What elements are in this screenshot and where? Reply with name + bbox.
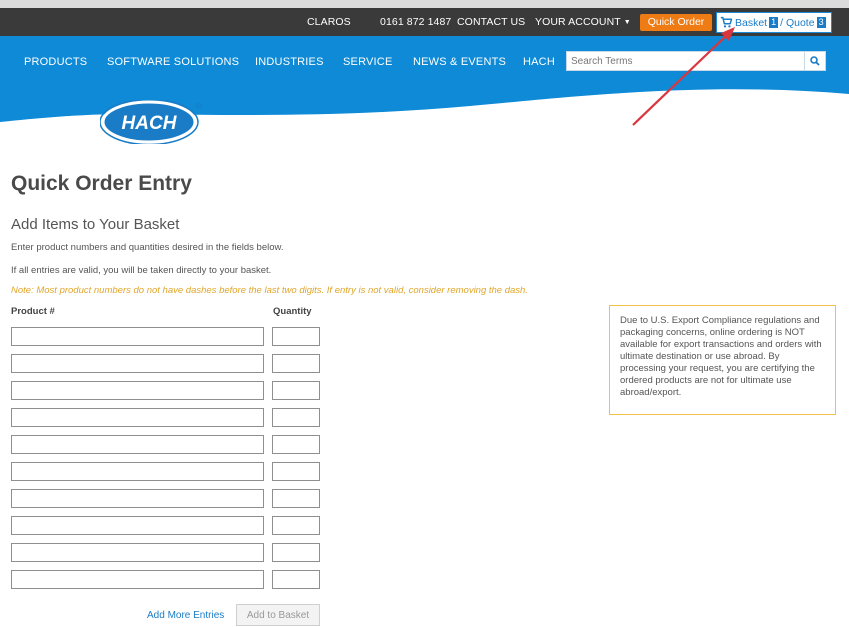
your-account-label: YOUR ACCOUNT	[535, 16, 621, 28]
quantity-input[interactable]	[272, 543, 320, 562]
product-number-input[interactable]	[11, 570, 264, 589]
nav-software-solutions[interactable]: SOFTWARE SOLUTIONS	[107, 56, 239, 68]
info-text-entry: Enter product numbers and quantities des…	[11, 242, 284, 253]
product-number-input[interactable]	[11, 408, 264, 427]
product-number-input[interactable]	[11, 354, 264, 373]
quantity-header: Quantity	[273, 306, 312, 317]
quantity-input[interactable]	[272, 462, 320, 481]
quote-label: / Quote	[780, 16, 815, 29]
registered-mark-icon: R	[198, 104, 201, 109]
dash-note: Note: Most product numbers do not have d…	[11, 285, 528, 296]
quantity-input[interactable]	[272, 408, 320, 427]
phone-number: 0161 872 1487	[380, 16, 452, 28]
cart-icon	[720, 16, 733, 28]
quantity-input[interactable]	[272, 381, 320, 400]
search-button[interactable]	[804, 52, 825, 70]
product-number-input[interactable]	[11, 327, 264, 346]
page-title: Quick Order Entry	[11, 172, 192, 195]
basket-count-badge: 1	[769, 17, 779, 28]
info-text-validation: If all entries are valid, you will be ta…	[11, 265, 272, 276]
utility-bar: CLAROS 0161 872 1487 CONTACT US YOUR ACC…	[0, 8, 849, 37]
export-compliance-notice: Due to U.S. Export Compliance regulation…	[609, 305, 836, 415]
hach-logo[interactable]: HACH R	[100, 100, 204, 144]
product-number-input[interactable]	[11, 516, 264, 535]
search-icon	[810, 56, 820, 66]
quantity-input[interactable]	[272, 435, 320, 454]
contact-us-link[interactable]: CONTACT US	[457, 16, 525, 28]
quantity-input[interactable]	[272, 516, 320, 535]
your-account-menu[interactable]: YOUR ACCOUNT ▼	[535, 16, 631, 28]
quantity-input[interactable]	[272, 489, 320, 508]
search-input[interactable]	[567, 52, 803, 70]
quote-count-badge: 3	[816, 17, 826, 28]
nav-news-events[interactable]: NEWS & EVENTS	[413, 56, 506, 68]
nav-hach[interactable]: HACH	[523, 56, 555, 68]
nav-products[interactable]: PRODUCTS	[24, 56, 87, 68]
section-title: Add Items to Your Basket	[11, 216, 180, 233]
nav-industries[interactable]: INDUSTRIES	[255, 56, 324, 68]
search-box	[566, 51, 826, 71]
quantity-input[interactable]	[272, 354, 320, 373]
product-number-input[interactable]	[11, 489, 264, 508]
claros-link[interactable]: CLAROS	[307, 16, 351, 28]
quantity-input[interactable]	[272, 570, 320, 589]
add-more-entries-link[interactable]: Add More Entries	[147, 610, 224, 621]
basket-quote-button[interactable]: Basket 1 / Quote 3	[716, 12, 832, 33]
product-number-input[interactable]	[11, 435, 264, 454]
product-number-input[interactable]	[11, 543, 264, 562]
caret-down-icon: ▼	[623, 19, 631, 26]
nav-service[interactable]: SERVICE	[343, 56, 393, 68]
basket-label: Basket	[735, 16, 768, 29]
quantity-input[interactable]	[272, 327, 320, 346]
hach-logo-text: HACH	[122, 113, 178, 134]
add-to-basket-button[interactable]: Add to Basket	[236, 604, 320, 626]
quick-order-button[interactable]: Quick Order	[640, 14, 712, 31]
product-number-input[interactable]	[11, 462, 264, 481]
browser-top-strip	[0, 0, 849, 8]
product-number-header: Product #	[11, 306, 55, 317]
product-number-input[interactable]	[11, 381, 264, 400]
